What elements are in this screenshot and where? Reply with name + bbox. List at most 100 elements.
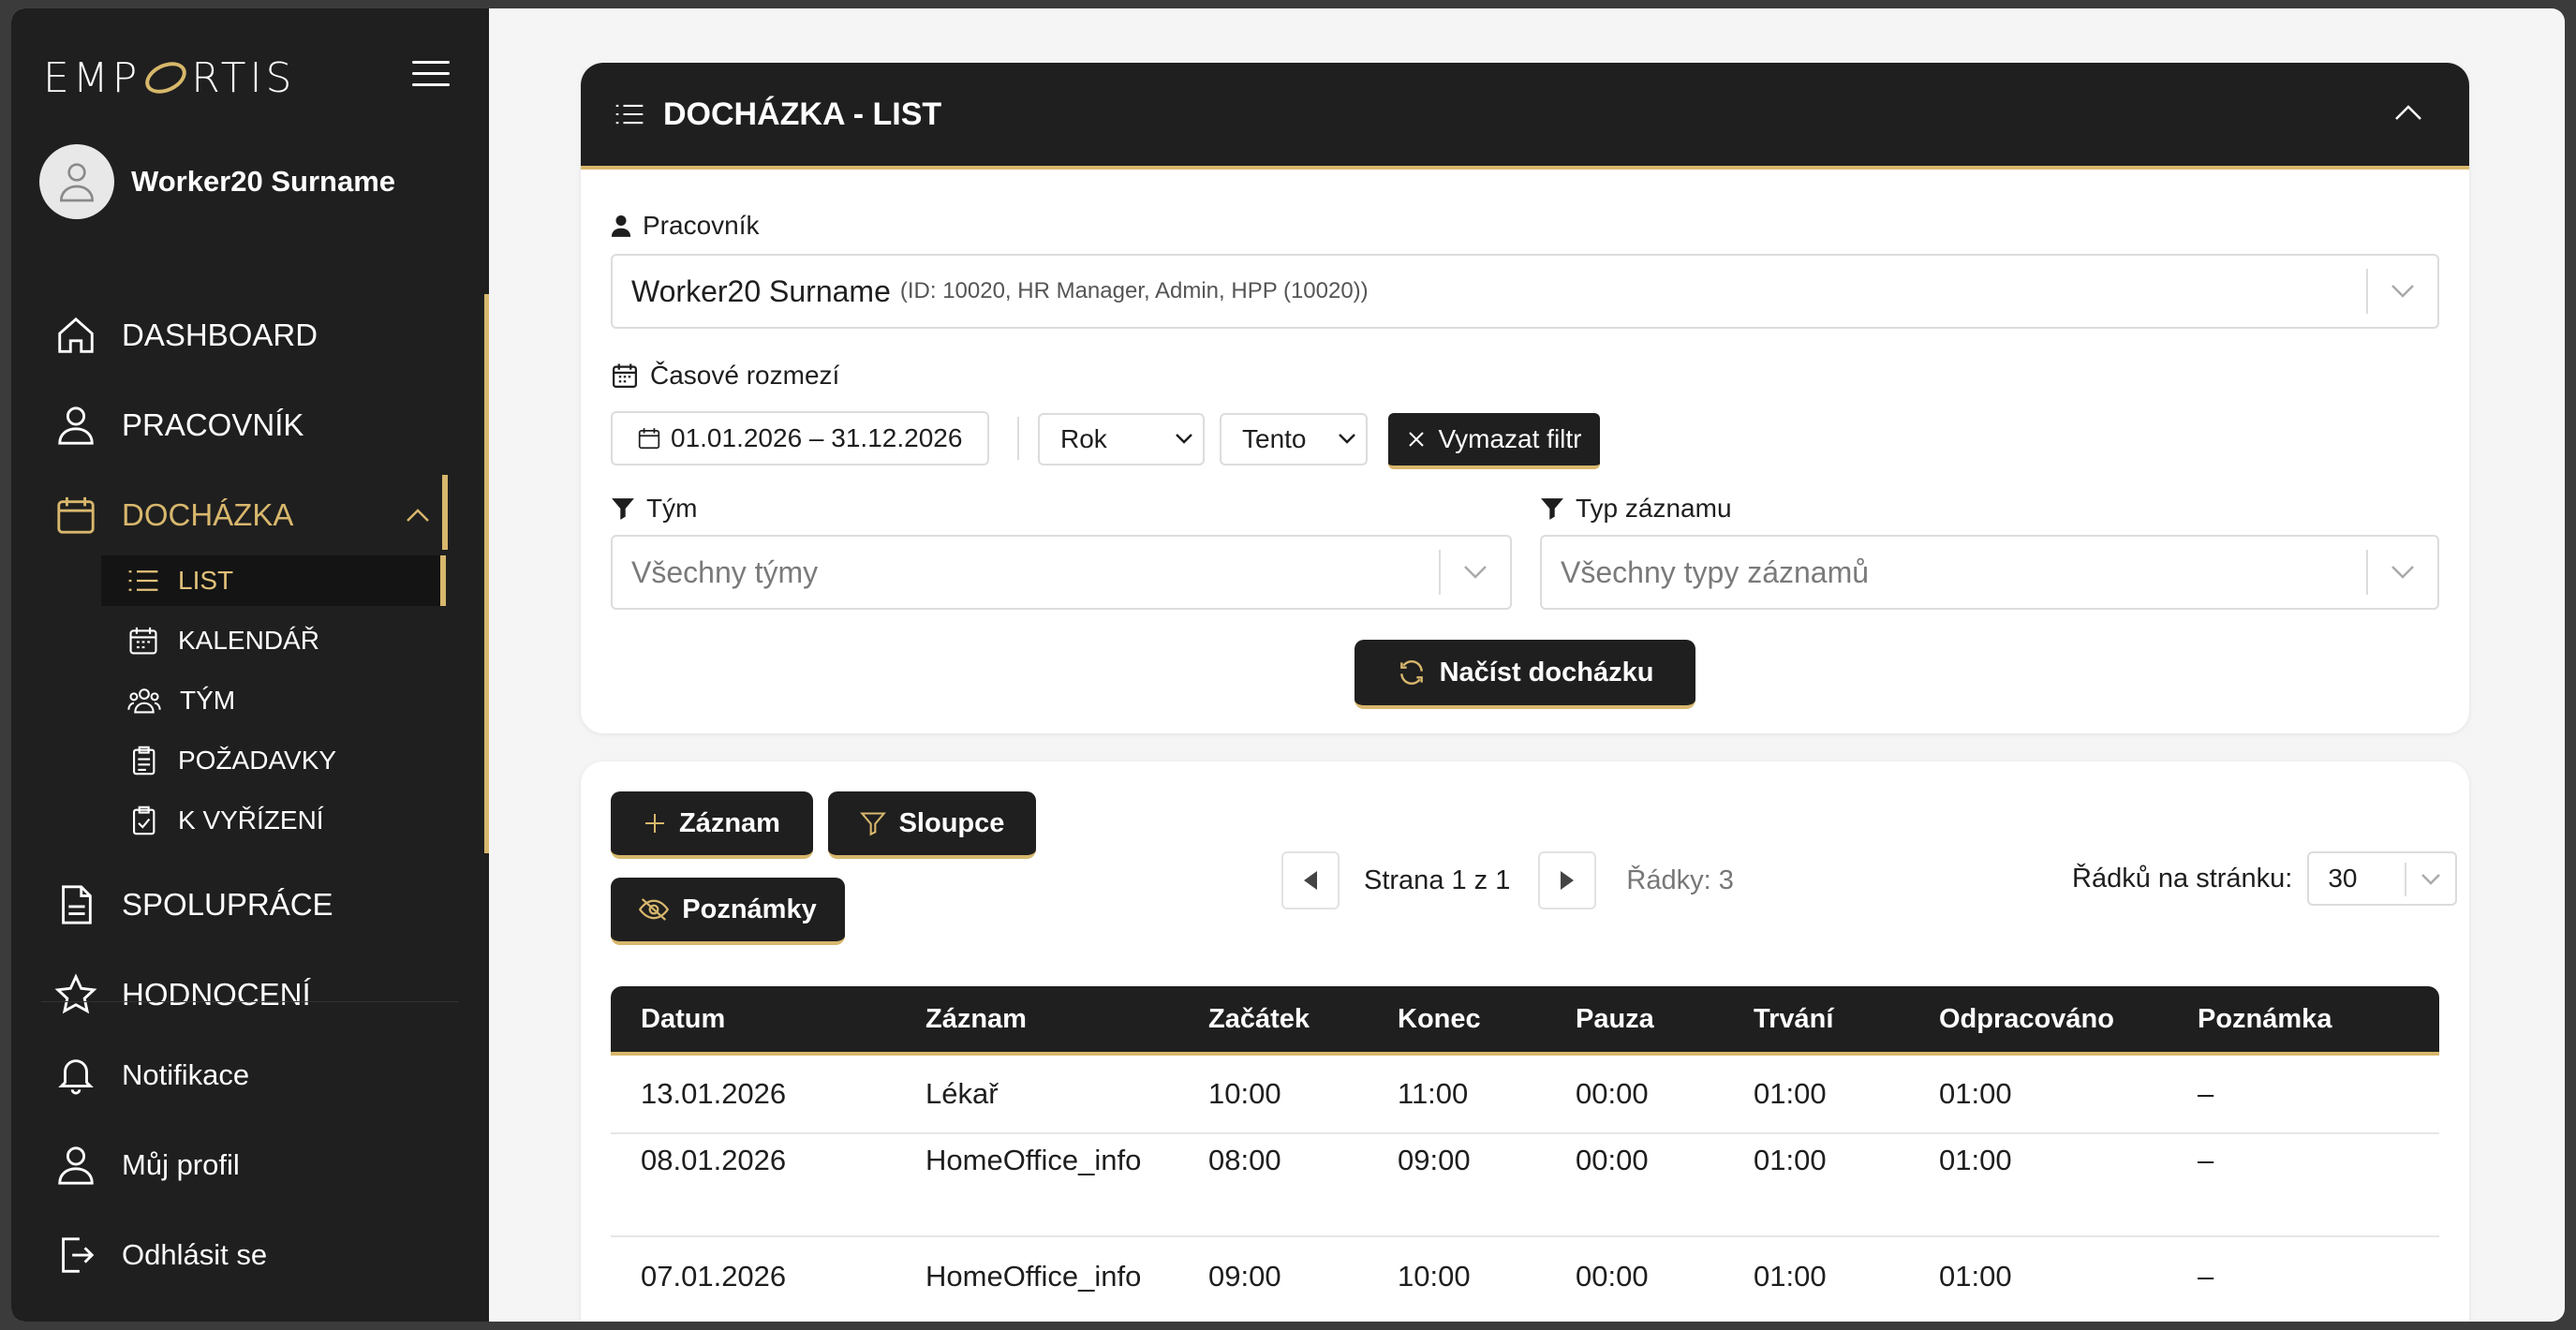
rows-count: Řádky: 3 (1626, 864, 1734, 895)
cell-zacatek: 09:00 (1208, 1260, 1281, 1293)
nav-sub-k-vyrizeni-label: K VYŘÍZENÍ (178, 805, 324, 835)
person-icon (611, 215, 631, 237)
rows-per-page: Řádků na stránku: 30 (2072, 851, 2458, 906)
page-text: Strana 1 z 1 (1364, 864, 1511, 895)
filter-card-header[interactable]: DOCHÁZKA - LIST (581, 63, 2469, 170)
avatar (39, 144, 114, 219)
date-range-value: 01.01.2026 – 31.12.2026 (671, 423, 963, 452)
worker-select[interactable]: Worker20 Surname (ID: 10020, HR Manager,… (611, 254, 2439, 329)
worker-meta: (ID: 10020, HR Manager, Admin, HPP (1002… (899, 278, 1369, 303)
col-datum[interactable]: Datum (641, 986, 725, 1052)
next-page-button[interactable] (1538, 851, 1597, 909)
nav-sub-pozadavky[interactable]: POŽADAVKY (101, 735, 446, 786)
nav-notifikace[interactable]: Notifikace (54, 1054, 249, 1097)
type-select[interactable]: Všechny typy záznamů (1540, 535, 2439, 610)
col-poznamka[interactable]: Poznámka (2198, 986, 2332, 1052)
team-label-text: Tým (646, 494, 698, 523)
period-select[interactable]: Rok (1038, 413, 1205, 466)
nav-muj-profil[interactable]: Můj profil (54, 1144, 240, 1187)
filter-icon (859, 812, 886, 836)
cell-datum: 08.01.2026 (641, 1144, 787, 1176)
col-zacatek[interactable]: Začátek (1208, 986, 1310, 1052)
triangle-right-icon (1561, 871, 1575, 890)
chevron-up-icon[interactable] (2394, 104, 2422, 121)
cell-trvani: 01:00 (1754, 1144, 1827, 1176)
nav-pracovnik-label: PRACOVNÍK (122, 407, 304, 442)
col-odpracovano[interactable]: Odpracováno (1939, 986, 2114, 1052)
table-row[interactable]: 08.01.2026 HomeOffice_info 08:00 09:00 0… (611, 1134, 2439, 1237)
nav-spoluprace[interactable]: SPOLUPRÁCE (54, 883, 333, 926)
type-label: Typ záznamu (1540, 494, 1732, 524)
chevron-up-icon (407, 509, 430, 522)
col-pauza[interactable]: Pauza (1576, 986, 1654, 1052)
nav-sub-kalendar[interactable]: KALENDÁŘ (101, 615, 446, 666)
menu-toggle-icon[interactable] (412, 61, 450, 89)
user-block[interactable]: Worker20 Surname (39, 144, 395, 219)
columns-label: Sloupce (898, 807, 1005, 838)
nav-muj-profil-label: Můj profil (122, 1148, 240, 1181)
nav-sub-k-vyrizeni[interactable]: K VYŘÍZENÍ (101, 795, 446, 846)
table-row[interactable]: 07.01.2026 HomeOffice_info 09:00 10:00 0… (611, 1237, 2439, 1316)
team-placeholder: Všechny týmy (631, 554, 819, 589)
user-icon (59, 163, 95, 202)
team-select[interactable]: Všechny týmy (611, 535, 1512, 610)
refresh-icon (1399, 660, 1423, 685)
chevron-down-icon[interactable] (2366, 550, 2437, 595)
notes-button[interactable]: Poznámky (611, 878, 845, 945)
nav-sub-tym[interactable]: TÝM (101, 675, 446, 726)
col-konec[interactable]: Konec (1398, 986, 1481, 1052)
filter-icon (1541, 498, 1563, 520)
cell-poznamka: – (2198, 1260, 2214, 1293)
person-icon (58, 1146, 94, 1185)
columns-button[interactable]: Sloupce (828, 791, 1036, 859)
which-select[interactable]: Tento (1220, 413, 1368, 466)
nav-dashboard[interactable]: DASHBOARD (54, 314, 318, 357)
nav-hodnoceni-label: HODNOCENÍ (122, 977, 311, 1012)
calendar-grid-icon (129, 627, 157, 655)
chevron-down-icon (2405, 863, 2455, 896)
person-icon (58, 406, 94, 445)
cell-odpracovano: 01:00 (1939, 1260, 2012, 1293)
list-icon (615, 104, 644, 125)
emportis-logo[interactable]: EMP RTIS (43, 48, 295, 108)
add-record-label: Záznam (679, 807, 780, 838)
app-window: EMP RTIS Worker20 Surname DASHBOARD PRACO… (11, 8, 2565, 1322)
nav-sub-list[interactable]: LIST (101, 555, 446, 606)
nav-sub-tym-label: TÝM (180, 686, 236, 715)
prev-page-button[interactable] (1281, 851, 1340, 909)
table-row[interactable]: 13.01.2026 Lékař 10:00 11:00 00:00 01:00… (611, 1056, 2439, 1134)
range-label: Časové rozmezí (611, 361, 839, 391)
cell-trvani: 01:00 (1754, 1260, 1827, 1293)
page-title: DOCHÁZKA - LIST (663, 96, 942, 132)
clipboard-icon (133, 746, 155, 776)
clear-filter-button[interactable]: Vymazat filtr (1388, 413, 1600, 469)
list-icon (128, 570, 158, 591)
date-range-picker[interactable]: 01.01.2026 – 31.12.2026 (611, 411, 989, 466)
nav-hodnoceni[interactable]: HODNOCENÍ (54, 973, 311, 1016)
team-icon (127, 688, 161, 714)
rows-per-page-select[interactable]: 30 (2307, 851, 2458, 906)
home-icon (58, 317, 94, 353)
pagination: Strana 1 z 1 Řádky: 3 (1281, 851, 1734, 909)
nav-pracovnik[interactable]: PRACOVNÍK (54, 404, 303, 447)
nav-sub-pozadavky-label: POŽADAVKY (178, 746, 337, 775)
nav-dochazka[interactable]: DOCHÁZKA (54, 494, 454, 537)
active-indicator (442, 475, 448, 550)
col-zaznam[interactable]: Záznam (925, 986, 1027, 1052)
calendar-icon (57, 496, 95, 534)
eye-off-icon (639, 898, 670, 921)
worker-value: Worker20 Surname (631, 273, 891, 308)
cell-odpracovano: 01:00 (1939, 1144, 2012, 1176)
cell-datum: 07.01.2026 (641, 1260, 787, 1293)
col-trvani[interactable]: Trvání (1754, 986, 1833, 1052)
nav-odhlasit[interactable]: Odhlásit se (54, 1234, 267, 1277)
calendar-icon (613, 363, 637, 388)
load-attendance-button[interactable]: Načíst docházku (1355, 640, 1695, 709)
chevron-down-icon[interactable] (1439, 550, 1510, 595)
chevron-down-icon[interactable] (2366, 269, 2437, 314)
add-record-button[interactable]: Záznam (611, 791, 813, 859)
range-label-text: Časové rozmezí (650, 361, 840, 390)
cell-zaznam: HomeOffice_info (925, 1260, 1142, 1293)
results-card: Záznam Sloupce Poznámky Strana 1 z 1 Řád… (581, 761, 2469, 1322)
nav-odhlasit-label: Odhlásit se (122, 1238, 268, 1271)
